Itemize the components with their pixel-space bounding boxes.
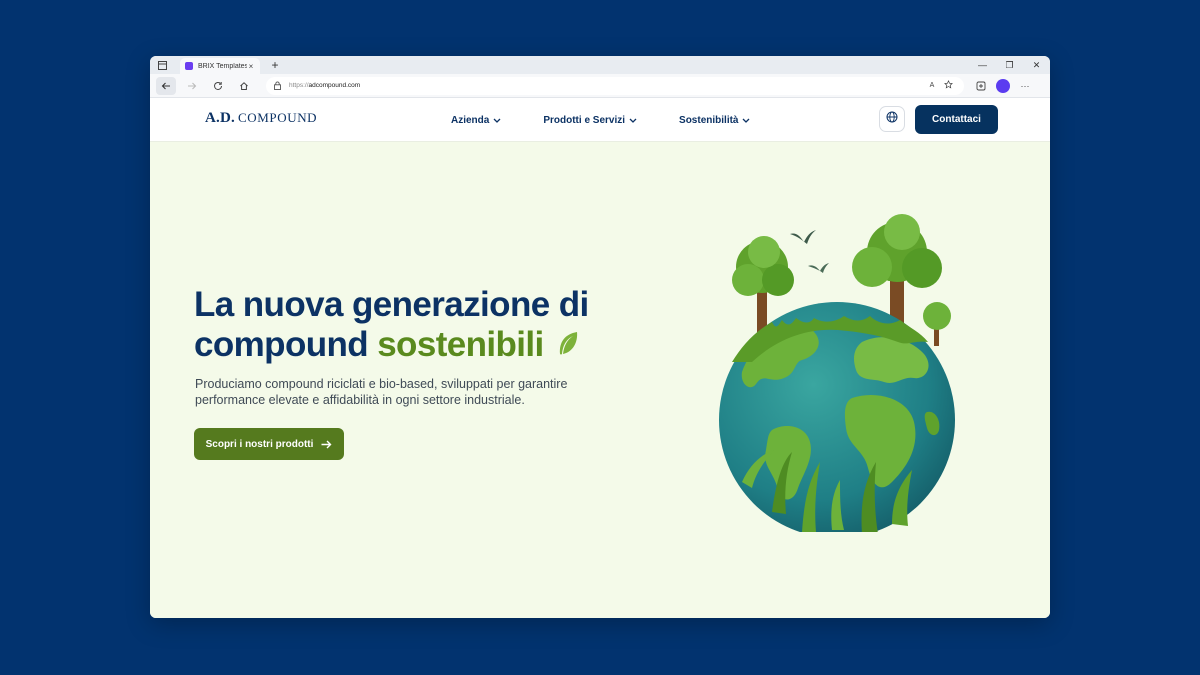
url-bar[interactable]: https:// adcompound.com A bbox=[266, 76, 964, 95]
tab-close-icon[interactable]: × bbox=[247, 62, 255, 71]
discover-products-button[interactable]: Scopri i nostri prodotti bbox=[194, 428, 344, 460]
logo-main-text: A.D. bbox=[205, 110, 235, 126]
chevron-down-icon bbox=[493, 118, 501, 123]
brix-favicon-icon bbox=[185, 62, 193, 70]
menu-item-prodotti[interactable]: Prodotti e Servizi bbox=[543, 115, 637, 126]
browser-tab[interactable]: BRIX Templates × bbox=[180, 58, 260, 74]
url-host: adcompound.com bbox=[308, 82, 361, 89]
minimize-icon[interactable]: — bbox=[969, 56, 996, 74]
language-button[interactable] bbox=[879, 106, 905, 132]
globe-icon bbox=[886, 110, 898, 128]
forward-button[interactable] bbox=[182, 77, 202, 95]
chevron-down-icon bbox=[742, 118, 750, 123]
button-label: Scopri i nostri prodotti bbox=[205, 438, 314, 450]
url-protocol: https:// bbox=[289, 82, 309, 89]
window-controls: — ❐ ✕ bbox=[969, 56, 1050, 74]
hero-title-line2: compound bbox=[194, 325, 369, 364]
menu-item-sostenibilita[interactable]: Sostenibilità bbox=[679, 115, 750, 126]
menu-item-label: Azienda bbox=[451, 114, 490, 126]
reload-button[interactable] bbox=[208, 77, 228, 95]
hero-title-line1: La nuova generazione di bbox=[194, 285, 589, 324]
new-tab-button[interactable]: + bbox=[268, 57, 282, 73]
menu-item-azienda[interactable]: Azienda bbox=[451, 115, 501, 126]
green-earth-illustration bbox=[719, 214, 955, 532]
back-button[interactable] bbox=[156, 76, 176, 95]
browser-window: BRIX Templates × + — ❐ ✕ https:// adcomp… bbox=[150, 56, 1050, 618]
toolbar-right: ··· bbox=[970, 77, 1036, 95]
favorites-star-icon[interactable] bbox=[940, 80, 956, 91]
site-header: A.D. COMPOUND Azienda Prodotti e Servizi … bbox=[150, 98, 1050, 142]
address-toolbar: https:// adcompound.com A ··· bbox=[150, 74, 1050, 98]
collections-icon[interactable] bbox=[970, 77, 992, 95]
tab-title: BRIX Templates bbox=[198, 62, 247, 70]
tab-strip: BRIX Templates × + — ❐ ✕ bbox=[150, 56, 1050, 74]
read-aloud-icon[interactable]: A bbox=[924, 82, 940, 89]
contact-button[interactable]: Contattaci bbox=[915, 105, 998, 134]
lock-icon bbox=[274, 81, 284, 90]
hero-title-highlight: sostenibili bbox=[377, 325, 544, 364]
logo-sub-text: COMPOUND bbox=[237, 110, 318, 125]
home-button[interactable] bbox=[234, 77, 254, 95]
profile-avatar[interactable] bbox=[996, 78, 1010, 93]
restore-icon[interactable]: ❐ bbox=[996, 56, 1023, 74]
arrow-right-icon bbox=[321, 440, 332, 449]
menu-item-label: Prodotti e Servizi bbox=[543, 114, 626, 126]
site-logo[interactable]: A.D. COMPOUND bbox=[205, 110, 317, 127]
close-window-icon[interactable]: ✕ bbox=[1023, 56, 1050, 74]
hero-section: La nuova generazione di compound sosteni… bbox=[150, 142, 1050, 618]
more-menu-icon[interactable]: ··· bbox=[1014, 77, 1036, 95]
menu-item-label: Sostenibilità bbox=[679, 114, 739, 126]
chevron-down-icon bbox=[629, 118, 637, 123]
tab-actions-icon[interactable] bbox=[153, 56, 171, 74]
main-menu: Azienda Prodotti e Servizi Sostenibilità bbox=[451, 98, 792, 142]
leaf-icon bbox=[557, 327, 579, 367]
hero-title: La nuova generazione di compound sosteni… bbox=[194, 285, 654, 367]
hero-subtitle: Produciamo compound riciclati e bio-base… bbox=[195, 377, 568, 407]
